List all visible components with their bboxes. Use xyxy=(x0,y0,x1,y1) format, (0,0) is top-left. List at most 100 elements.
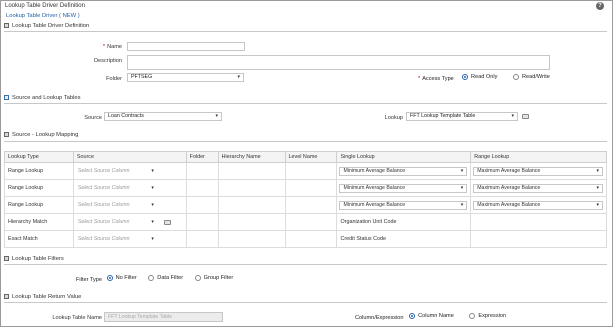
divider xyxy=(4,103,607,104)
source-select[interactable]: Loan Contracts ▾ xyxy=(104,112,222,121)
column-expression-group: Column/Expression Column Name Expression xyxy=(355,313,506,321)
description-label: Description xyxy=(94,58,122,64)
chevron-down-icon: ▾ xyxy=(151,168,154,174)
expression-option[interactable]: Expression xyxy=(469,313,506,319)
collapse-icon[interactable] xyxy=(4,95,9,100)
filter-no-filter-option[interactable]: No Filter xyxy=(106,275,137,281)
single-lookup-cell: Organization Unit Code xyxy=(336,213,472,231)
required-icon: * xyxy=(418,76,421,82)
column-header: Folder xyxy=(185,151,219,163)
hierarchy-browser-icon[interactable] xyxy=(163,220,171,225)
name-label: * Name xyxy=(102,44,122,50)
collapse-icon[interactable] xyxy=(4,294,9,299)
lookup-label: Lookup xyxy=(384,115,403,121)
collapse-icon[interactable] xyxy=(4,23,9,28)
chevron-down-icon: ▾ xyxy=(151,202,154,208)
section-return-value-header[interactable]: Lookup Table Return Value xyxy=(4,292,81,301)
access-type-label: * Access Type xyxy=(418,76,454,82)
section-return-value-title: Lookup Table Return Value xyxy=(12,293,82,300)
lookup-type-cell: Range Lookup xyxy=(4,162,74,180)
radio-selected-icon[interactable] xyxy=(409,313,416,319)
single-lookup-select[interactable]: Minimum Average Balance ▾ xyxy=(339,184,468,193)
column-name-option[interactable]: Column Name xyxy=(409,313,454,319)
section-mapping-title: Source - Lookup Mapping xyxy=(12,131,79,138)
lookup-type-cell: Exact Match xyxy=(4,230,74,248)
folder-select[interactable]: PFTSEG ▾ xyxy=(127,73,244,82)
divider xyxy=(4,141,607,142)
section-source-lookup-header[interactable]: Source and Lookup Tables xyxy=(4,93,81,102)
divider xyxy=(4,264,607,265)
radio-selected-icon[interactable] xyxy=(462,74,468,80)
radio-icon[interactable] xyxy=(148,275,155,281)
column-header: Level Name xyxy=(284,151,338,163)
radio-icon[interactable] xyxy=(513,74,519,80)
column-header: Lookup Type xyxy=(4,151,74,163)
filter-type-label: Filter Type xyxy=(76,277,103,283)
mapping-table: Lookup Type Source Folder Hierarchy Name… xyxy=(4,151,607,248)
help-icon[interactable]: ? xyxy=(596,2,604,10)
chevron-down-icon: ▾ xyxy=(460,185,464,191)
radio-selected-icon[interactable] xyxy=(106,275,113,281)
section-filters-header[interactable]: Lookup Table Filters xyxy=(4,254,64,263)
radio-icon[interactable] xyxy=(194,275,201,281)
chevron-down-icon: ▾ xyxy=(151,219,154,225)
access-read-write-option[interactable]: Read/Write xyxy=(513,74,550,80)
access-type-radio-group: Read Only Read/Write xyxy=(462,74,550,82)
divider xyxy=(4,31,607,32)
single-lookup-cell: Credit Status Code xyxy=(336,230,472,248)
table-row: Range Lookup Select Source Column ▾ Minim… xyxy=(4,196,607,214)
column-expression-label: Column/Expression xyxy=(355,315,404,321)
chevron-down-icon: ▾ xyxy=(596,202,599,208)
chevron-down-icon: ▾ xyxy=(215,113,218,119)
required-icon: * xyxy=(102,44,106,50)
page-title: Lookup Table Driver Definition xyxy=(5,3,85,9)
access-read-only-option[interactable]: Read Only xyxy=(462,74,497,80)
section-definition-title: Lookup Table Driver Definition xyxy=(12,22,90,29)
lookup-select[interactable]: FFT Lookup Template Table ▾ xyxy=(406,112,518,121)
chevron-down-icon: ▾ xyxy=(460,168,464,174)
source-label: Source xyxy=(84,115,102,121)
source-column-select[interactable]: Select Source Column ▾ xyxy=(76,184,156,193)
source-column-select[interactable]: Select Source Column ▾ xyxy=(76,235,156,244)
folder-label: Folder xyxy=(106,76,122,82)
radio-icon[interactable] xyxy=(469,313,476,319)
source-column-select[interactable]: Select Source Column ▾ xyxy=(76,218,156,227)
range-lookup-select[interactable]: Maximum Average Balance ▾ xyxy=(473,184,603,193)
chevron-down-icon: ▾ xyxy=(151,185,154,191)
single-lookup-select[interactable]: Minimum Average Balance ▾ xyxy=(339,201,468,210)
lookup-table-name-label: Lookup Table Name xyxy=(52,315,102,321)
filter-data-filter-option[interactable]: Data Filter xyxy=(148,275,183,281)
lookup-type-cell: Range Lookup xyxy=(4,196,74,214)
range-lookup-select[interactable]: Maximum Average Balance ▾ xyxy=(473,201,603,210)
chevron-down-icon: ▾ xyxy=(151,236,154,242)
name-input[interactable] xyxy=(127,42,245,51)
chevron-down-icon: ▾ xyxy=(596,168,599,174)
source-column-select[interactable]: Select Source Column ▾ xyxy=(76,201,156,210)
single-lookup-select[interactable]: Minimum Average Balance ▾ xyxy=(339,167,468,176)
section-filters-title: Lookup Table Filters xyxy=(12,255,64,262)
divider xyxy=(4,302,607,303)
mapping-header-row: Lookup Type Source Folder Hierarchy Name… xyxy=(4,151,607,163)
column-header: Source xyxy=(72,151,187,163)
lookup-table-name-field: FFT Lookup Template Table xyxy=(104,312,223,322)
column-header: Hierarchy Name xyxy=(217,151,286,163)
filter-group-filter-option[interactable]: Group Filter xyxy=(194,275,233,281)
column-header: Range Lookup xyxy=(470,151,607,163)
column-header: Single Lookup xyxy=(336,151,472,163)
description-input[interactable] xyxy=(127,55,550,70)
collapse-icon[interactable] xyxy=(4,132,9,137)
view-table-icon[interactable] xyxy=(522,114,529,119)
collapse-icon[interactable] xyxy=(4,256,9,261)
range-lookup-select[interactable]: Maximum Average Balance ▾ xyxy=(473,167,603,176)
section-source-lookup-title: Source and Lookup Tables xyxy=(12,94,81,101)
table-row: Range Lookup Select Source Column ▾ Minim… xyxy=(4,162,607,180)
section-mapping-header[interactable]: Source - Lookup Mapping xyxy=(4,130,78,139)
filter-type-group: Filter Type No Filter Data Filter Group … xyxy=(76,275,233,283)
section-definition-header[interactable]: Lookup Table Driver Definition xyxy=(4,21,89,30)
table-row: Exact Match Select Source Column ▾ Credit… xyxy=(4,230,607,248)
chevron-down-icon: ▾ xyxy=(596,185,599,191)
breadcrumb[interactable]: Lookup Table Driver ( NEW ) xyxy=(6,13,80,19)
chevron-down-icon: ▾ xyxy=(511,113,514,119)
source-column-select[interactable]: Select Source Column ▾ xyxy=(76,167,156,176)
table-row: Range Lookup Select Source Column ▾ Minim… xyxy=(4,179,607,197)
